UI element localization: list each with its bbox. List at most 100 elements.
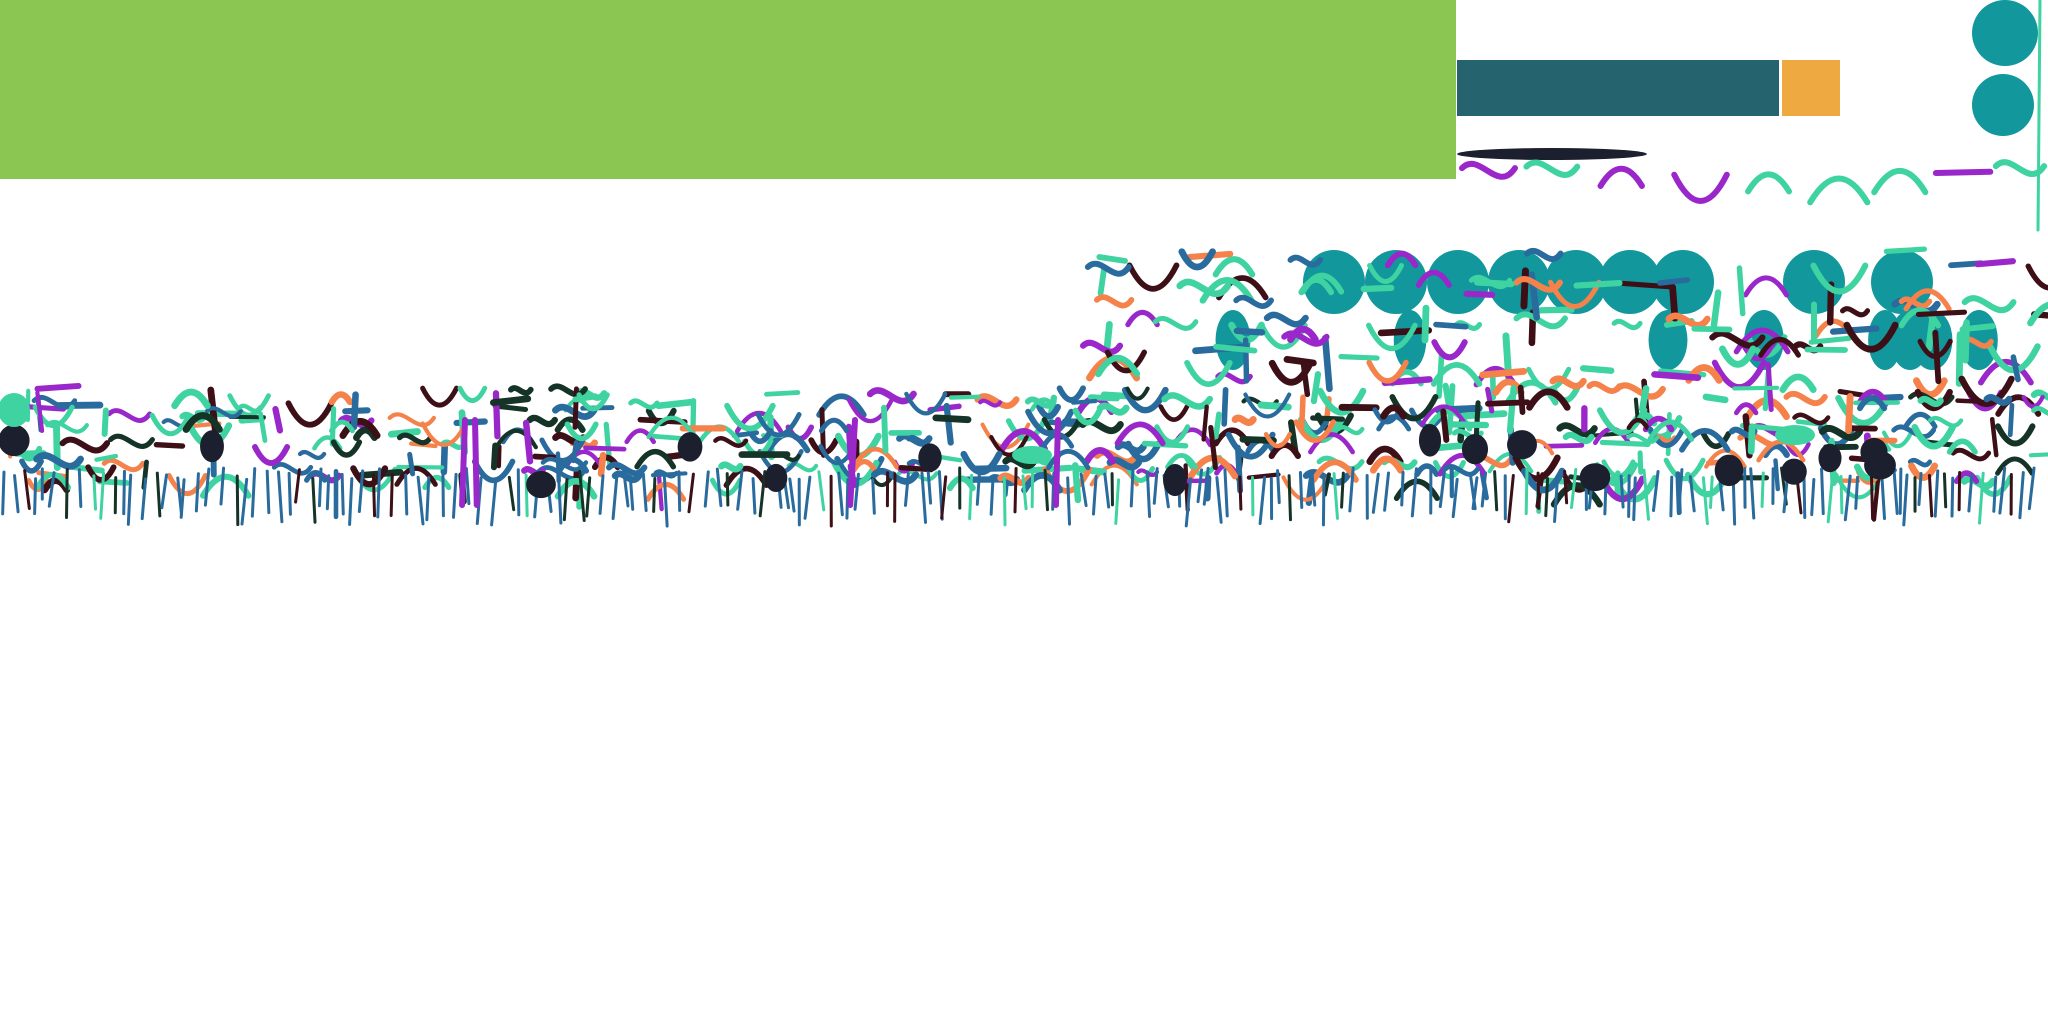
stroke-glyph <box>77 468 83 508</box>
stroke-glyph <box>340 472 345 516</box>
stroke-glyph <box>1066 476 1072 526</box>
stroke-glyph <box>1 470 6 516</box>
stroke-glyph <box>1671 171 1730 204</box>
stroke-glyph <box>1736 265 1746 317</box>
stroke-glyph <box>235 474 240 527</box>
stroke-glyph <box>1883 246 1928 255</box>
stroke-glyph <box>1747 423 1756 455</box>
stroke-glyph <box>2010 354 2021 383</box>
stroke-glyph <box>1898 467 1903 515</box>
stroke-glyph <box>817 470 826 512</box>
stroke-glyph <box>451 472 458 519</box>
stroke-glyph <box>1820 467 1825 516</box>
stroke-glyph <box>1579 365 1615 374</box>
stroke-glyph <box>1526 388 1571 411</box>
stroke-glyph <box>628 398 660 410</box>
stroke-glyph <box>1950 447 1992 462</box>
stroke-glyph <box>1829 325 1880 335</box>
stroke-glyph <box>153 442 186 449</box>
stroke-glyph <box>1880 472 1886 521</box>
stroke-glyph <box>1258 475 1267 526</box>
stroke-glyph <box>1639 385 1650 413</box>
stroke-glyph <box>55 401 104 410</box>
stroke-glyph <box>943 402 954 446</box>
stroke-glyph <box>2028 452 2048 458</box>
stroke-glyph <box>938 454 963 463</box>
stroke-glyph <box>1377 327 1433 337</box>
stroke-glyph <box>764 390 801 397</box>
dot-glyph <box>200 430 224 463</box>
canvas <box>0 0 2048 1024</box>
stroke-glyph <box>1072 407 1103 426</box>
stroke-glyph <box>571 440 579 464</box>
dot-glyph <box>764 463 788 493</box>
stroke-glyph <box>325 474 331 511</box>
stroke-glyph <box>1080 339 1124 355</box>
stroke-glyph <box>1669 475 1674 518</box>
stroke-glyph <box>1473 279 1515 288</box>
stroke-glyph <box>2025 263 2048 291</box>
stroke-glyph <box>1745 171 1793 195</box>
stroke-glyph <box>272 405 284 434</box>
stroke-glyph <box>459 417 468 508</box>
stroke-glyph <box>1507 473 1515 524</box>
stroke-glyph <box>2018 471 2025 520</box>
stroke-glyph <box>1421 304 1430 344</box>
stroke-glyph <box>342 407 371 415</box>
stroke-glyph <box>1201 404 1209 442</box>
stroke-glyph <box>1932 168 1994 177</box>
stroke-glyph <box>788 477 796 513</box>
stroke-glyph <box>13 474 20 514</box>
stroke-glyph <box>1611 318 1643 331</box>
stroke-glyph <box>1238 475 1243 511</box>
stroke-glyph <box>1543 442 1585 449</box>
stroke-glyph <box>328 419 355 434</box>
stroke-glyph <box>940 475 948 520</box>
stroke-glyph <box>1632 476 1637 522</box>
stroke-glyph <box>1013 467 1018 514</box>
dot-glyph <box>1163 464 1187 497</box>
stroke-glyph <box>108 433 155 449</box>
stroke-glyph <box>1808 335 1852 345</box>
stroke-glyph <box>803 475 812 520</box>
blob-glyph <box>0 393 30 427</box>
dot-glyph <box>677 432 703 462</box>
stroke-glyph <box>287 471 292 516</box>
stroke-glyph <box>1760 471 1765 508</box>
stroke-glyph <box>1995 456 2035 476</box>
stroke-glyph <box>92 474 98 511</box>
stroke-glyph <box>1242 337 1250 384</box>
stroke-glyph <box>166 472 208 496</box>
stroke-glyph <box>1701 476 1709 526</box>
stroke-glyph <box>1637 450 1644 475</box>
glyph-field <box>0 0 2048 528</box>
stroke-glyph <box>1103 472 1111 509</box>
stroke-glyph <box>1459 160 1518 180</box>
stroke-glyph <box>1839 306 1871 318</box>
stroke-glyph <box>1158 404 1190 422</box>
dot-glyph <box>1972 0 2038 66</box>
stroke-glyph <box>1463 290 1496 298</box>
stroke-glyph <box>818 417 850 434</box>
stroke-glyph <box>317 467 323 508</box>
dot-glyph <box>526 471 556 499</box>
stroke-glyph <box>328 391 354 406</box>
stroke-glyph <box>1743 275 1790 298</box>
stroke-glyph <box>1129 468 1135 508</box>
stroke-glyph <box>1992 159 2048 177</box>
stroke-glyph <box>583 445 627 452</box>
stroke-glyph <box>1097 266 1107 297</box>
stroke-glyph <box>1360 284 1395 293</box>
stroke-glyph <box>294 468 301 504</box>
stroke-glyph <box>715 467 723 508</box>
stroke-glyph <box>420 385 460 408</box>
stroke-glyph <box>1433 321 1469 330</box>
stroke-glyph <box>703 470 710 508</box>
stroke-glyph <box>572 468 581 502</box>
stroke-glyph <box>650 471 688 478</box>
stroke-glyph <box>1994 423 2036 447</box>
stroke-glyph <box>557 474 563 525</box>
stroke-glyph <box>1084 260 1132 277</box>
stroke-glyph <box>122 469 126 516</box>
stroke-glyph <box>1369 455 1404 474</box>
